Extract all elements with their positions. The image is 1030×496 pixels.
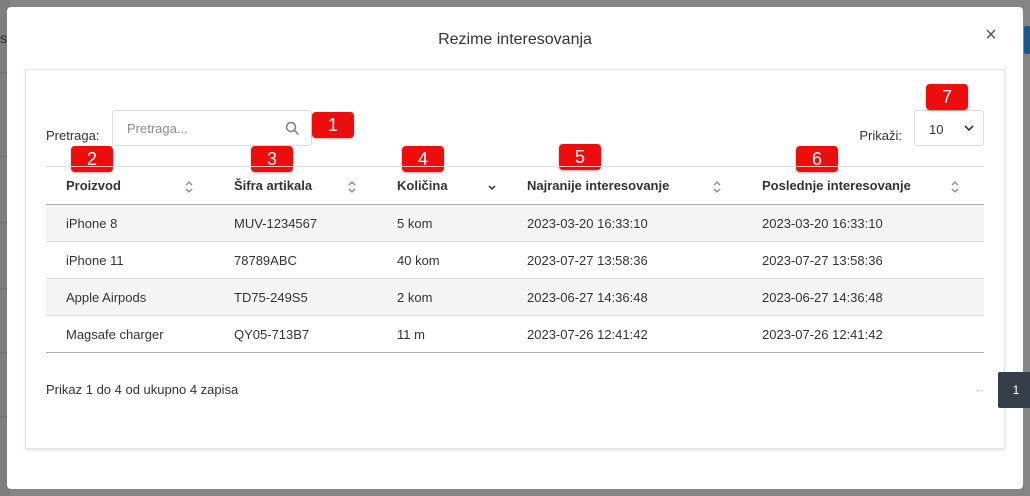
annotation-badge: 7 — [926, 84, 968, 110]
cell-earliest: 2023-06-27 14:36:48 — [507, 278, 742, 316]
sort-desc-icon — [488, 185, 496, 191]
chevron-down-icon — [964, 125, 974, 132]
interest-table: Proizvod Šifra artikala Količina Najrani… — [46, 166, 984, 353]
cell-latest: 2023-07-26 12:41:42 — [742, 315, 984, 353]
cell-product: iPhone 11 — [46, 241, 214, 279]
page-size-select[interactable]: 10 — [914, 110, 984, 146]
cell-latest: 2023-03-20 16:33:10 — [742, 204, 984, 242]
sort-icon — [185, 181, 193, 193]
cell-earliest: 2023-03-20 16:33:10 — [507, 204, 742, 242]
sort-icon — [713, 181, 721, 193]
sort-icon — [951, 181, 959, 193]
cell-sku: 78789ABC — [214, 241, 377, 279]
column-header-latest-interest[interactable]: Poslednje interesovanje — [742, 166, 984, 205]
prev-page-button[interactable]: ← — [974, 381, 987, 396]
cell-product: iPhone 8 — [46, 204, 214, 242]
search-input[interactable] — [113, 111, 283, 145]
cell-earliest: 2023-07-26 12:41:42 — [507, 315, 742, 353]
column-header-quantity[interactable]: Količina — [377, 166, 507, 205]
table-row: iPhone 11 78789ABC 40 kom 2023-07-27 13:… — [46, 241, 984, 279]
table-info: Prikaz 1 do 4 od ukupno 4 zapisa — [46, 382, 239, 397]
cell-quantity: 11 m — [377, 315, 507, 353]
table-card: Pretraga: Prikaži: 10 1 2 3 4 5 6 7 — [25, 69, 1030, 449]
cell-quantity: 2 kom — [377, 278, 507, 316]
cell-product: Magsafe charger — [46, 315, 214, 353]
cell-quantity: 5 kom — [377, 204, 507, 242]
column-header-product[interactable]: Proizvod — [46, 166, 214, 205]
cell-product: Apple Airpods — [46, 278, 214, 316]
cell-latest: 2023-06-27 14:36:48 — [742, 278, 984, 316]
page-size-value: 10 — [929, 122, 944, 137]
cell-quantity: 40 kom — [377, 241, 507, 279]
search-field[interactable] — [112, 110, 312, 146]
modal-title: Rezime interesovanja — [438, 31, 592, 48]
sort-icon — [348, 181, 356, 193]
table-row: Magsafe charger QY05-713B7 11 m 2023-07-… — [46, 315, 984, 353]
page-size-label: Prikaži: — [859, 128, 902, 143]
cell-latest: 2023-07-27 13:58:36 — [742, 241, 984, 279]
background-button — [1024, 26, 1030, 54]
table-row: Apple Airpods TD75-249S5 2 kom 2023-06-2… — [46, 278, 984, 316]
table-header-row: Proizvod Šifra artikala Količina Najrani… — [46, 166, 984, 205]
search-icon — [285, 121, 299, 135]
cell-sku: QY05-713B7 — [214, 315, 377, 353]
close-icon[interactable]: × — [983, 25, 999, 45]
interest-summary-modal: Rezime interesovanja × Pretraga: Prikaži… — [7, 7, 1030, 489]
column-header-sku[interactable]: Šifra artikala — [214, 166, 377, 205]
annotation-badge: 1 — [312, 112, 354, 138]
background-text: s — [0, 30, 7, 46]
cell-earliest: 2023-07-27 13:58:36 — [507, 241, 742, 279]
page-button-current[interactable]: 1 — [998, 372, 1030, 408]
cell-sku: MUV-1234567 — [214, 204, 377, 242]
column-header-earliest-interest[interactable]: Najranije interesovanje — [507, 166, 742, 205]
search-label: Pretraga: — [46, 128, 100, 143]
table-row: iPhone 8 MUV-1234567 5 kom 2023-03-20 16… — [46, 204, 984, 242]
cell-sku: TD75-249S5 — [214, 278, 377, 316]
